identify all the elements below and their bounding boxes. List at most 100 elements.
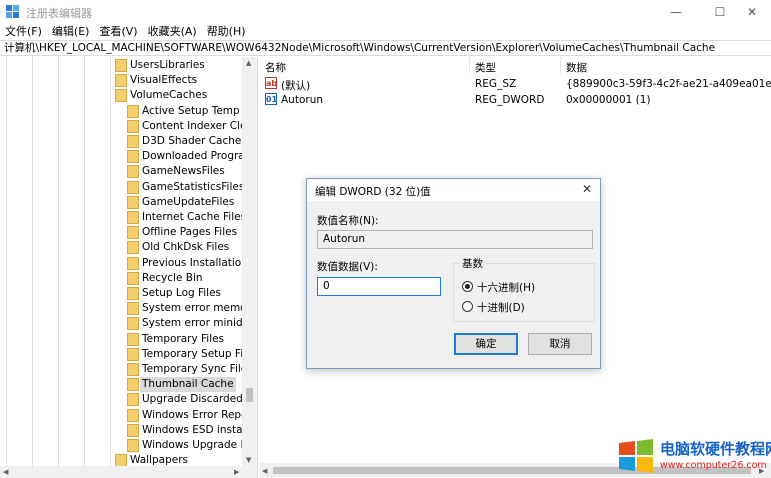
folder-icon [127, 180, 139, 194]
dialog-title: 编辑 DWORD (32 位)值 [315, 186, 431, 198]
tree-node-child[interactable]: Temporary Files [0, 332, 242, 347]
menu-help[interactable]: 帮助(H) [202, 24, 251, 40]
radio-checked-icon[interactable] [462, 281, 473, 292]
tree-node-label: UsersLibraries [130, 59, 205, 71]
tree-node-label: Downloaded Program [142, 150, 255, 163]
folder-icon [127, 363, 139, 376]
value-data-input[interactable]: 0 [317, 277, 441, 296]
value-name-field: Autorun [317, 230, 593, 249]
tree-horizontal-scrollbar[interactable]: ◀ ▶ [0, 466, 257, 478]
tree-node-label: Content Indexer Clean [142, 119, 258, 132]
tree-node-label: System error minidum [142, 317, 258, 330]
close-button[interactable]: ✕ [733, 0, 771, 24]
value-name: Autorun [281, 94, 324, 106]
column-header-data[interactable]: 数据 [566, 60, 587, 75]
tree-node-label: GameStatisticsFiles [142, 180, 245, 193]
menu-view[interactable]: 查看(V) [94, 24, 142, 40]
tree-node-child[interactable]: Windows ESD installati [0, 423, 257, 438]
folder-icon [127, 332, 139, 346]
tree-node-label: GameNewsFiles [142, 165, 225, 178]
value-type: REG_SZ [475, 78, 517, 90]
folder-icon [127, 287, 139, 300]
tree-node-label: Thumbnail Cache [140, 377, 236, 393]
folder-icon [127, 150, 139, 164]
radio-unchecked-icon[interactable] [462, 301, 473, 312]
folder-icon [127, 256, 139, 270]
radio-dec-label[interactable]: 十进制(D) [477, 300, 525, 315]
tree-node-child[interactable]: Thumbnail Cache [0, 377, 242, 393]
column-header-name[interactable]: 名称 [265, 60, 286, 75]
menu-file[interactable]: 文件(F) [0, 24, 47, 40]
scroll-up-icon[interactable]: ▲ [246, 59, 251, 67]
column-divider[interactable] [560, 57, 561, 73]
scroll-right-icon[interactable]: ▶ [234, 468, 239, 476]
tree-pane: UsersLibraries VisualEffects VolumeCaches A… [0, 57, 258, 478]
windows-logo-icon [619, 439, 653, 473]
tree-node-child[interactable]: GameStatisticsFiles [0, 180, 245, 195]
tree-node-label: Recycle Bin [142, 271, 203, 284]
tree-scroll-thumb[interactable] [246, 388, 253, 402]
tree-node[interactable]: VolumeCaches [0, 88, 242, 103]
menu-favorites[interactable]: 收藏夹(A) [143, 24, 202, 40]
tree-node-child[interactable]: Recycle Bin [0, 271, 242, 286]
tree-vertical-scrollbar[interactable]: ▲ ▼ [242, 57, 257, 466]
tree-node-child[interactable]: System error minidum [0, 316, 257, 331]
tree-node-child[interactable]: Downloaded Program [0, 149, 255, 164]
address-bar[interactable]: 计算机\HKEY_LOCAL_MACHINE\SOFTWARE\WOW6432N… [0, 40, 771, 56]
tree-node-child[interactable]: Upgrade Discarded Fil [0, 392, 257, 407]
dialog-title-bar: 编辑 DWORD (32 位)值 ✕ [307, 179, 600, 201]
tree-node-child[interactable]: Old ChkDsk Files [0, 240, 242, 255]
tree-node-label: VolumeCaches [130, 89, 208, 102]
tree-node-child[interactable]: Previous Installations [0, 256, 253, 271]
tree-node-child[interactable]: Offline Pages Files [0, 225, 242, 240]
tree-node-label: System error memory [142, 302, 258, 315]
folder-icon [115, 74, 127, 88]
watermark: 电脑软硬件教程网 www.computer26.com [618, 436, 771, 478]
value-name-label: 数值名称(N): [317, 215, 379, 227]
menu-edit[interactable]: 编辑(E) [47, 24, 95, 40]
ok-button[interactable]: 确定 [454, 333, 518, 355]
tree-node-child[interactable]: Temporary Sync Files [0, 362, 253, 377]
dword-value-icon: 01 [265, 93, 278, 105]
base-group-title: 基数 [460, 256, 485, 271]
folder-icon [127, 393, 139, 407]
value-data-label: 数值数据(V): [317, 261, 378, 273]
tree-node-child[interactable]: Content Indexer Clean [0, 119, 257, 134]
value-row[interactable]: ab (默认) REG_SZ {889900c3-59f3-4c2f-ae21-… [259, 76, 771, 92]
tree-node-label: D3D Shader Cache [142, 135, 242, 147]
tree-node-child[interactable]: Windows Upgrade Log [0, 438, 257, 453]
folder-icon [127, 408, 139, 422]
value-row[interactable]: 01 Autorun REG_DWORD 0x00000001 (1) [259, 92, 771, 108]
cancel-button[interactable]: 取消 [528, 333, 592, 355]
minimize-button[interactable]: — [657, 0, 695, 24]
tree-node[interactable]: VisualEffects [0, 73, 242, 88]
folder-icon [127, 226, 139, 240]
regedit-icon [6, 5, 19, 18]
tree-node-child[interactable]: Active Setup Temp Fol [0, 104, 257, 119]
tree-node-label: Previous Installations [142, 256, 254, 269]
tree-node-child[interactable]: Windows Error Report [0, 408, 256, 423]
dialog-close-icon[interactable]: ✕ [582, 182, 592, 196]
tree-node-child[interactable]: Temporary Setup Files [0, 347, 257, 362]
folder-icon [127, 195, 139, 209]
scroll-left-icon[interactable]: ◀ [3, 468, 8, 476]
tree-node-child[interactable]: System error memory [0, 301, 257, 316]
base-group: 基数 十六进制(H) 十进制(D) [453, 256, 595, 322]
scroll-left-icon[interactable]: ◀ [262, 467, 267, 475]
folder-icon [127, 104, 139, 118]
column-divider[interactable] [469, 57, 470, 73]
tree-node-child[interactable]: GameNewsFiles [0, 164, 242, 179]
edit-dword-dialog: 编辑 DWORD (32 位)值 ✕ 数值名称(N): Autorun 数值数据… [306, 178, 601, 369]
folder-icon [127, 439, 139, 452]
scroll-down-icon[interactable]: ▼ [246, 456, 251, 464]
tree-node-child[interactable]: GameUpdateFiles [0, 195, 242, 210]
tree-node-child[interactable]: D3D Shader Cache [0, 134, 242, 149]
folder-icon [115, 59, 127, 72]
tree-node-label: Upgrade Discarded Fil [142, 393, 258, 406]
radio-hex-label[interactable]: 十六进制(H) [477, 280, 535, 295]
tree-node[interactable]: UsersLibraries [0, 58, 242, 73]
value-data: {889900c3-59f3-4c2f-ae21-a409ea01e605} [566, 78, 771, 90]
column-header-type[interactable]: 类型 [475, 60, 496, 75]
tree-node-child[interactable]: Setup Log Files [0, 286, 242, 301]
tree-node-child[interactable]: Internet Cache Files [0, 210, 246, 225]
